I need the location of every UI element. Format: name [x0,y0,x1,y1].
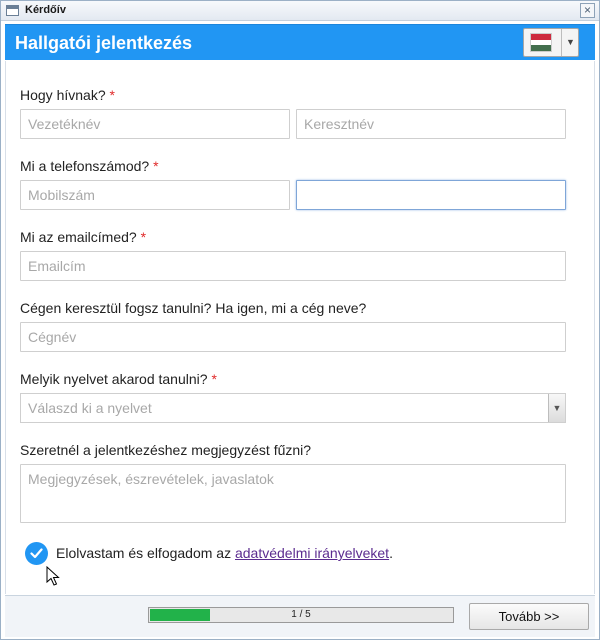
email-input[interactable] [20,251,566,281]
consent-text: Elolvastam és elfogadom az adatvédelmi i… [56,545,393,561]
progress-text: 1 / 5 [291,609,311,620]
name-label: Hogy hívnak? * [20,87,115,103]
language-label: Melyik nyelvet akarod tanulni? * [20,371,217,387]
name-label-text: Hogy hívnak? [20,87,106,103]
close-icon[interactable]: × [580,3,595,18]
consent-text-after: . [389,545,393,561]
phone-number-input[interactable] [296,180,566,210]
required-mark: * [211,371,217,387]
form-footer: 1 / 5 Tovább >> [5,595,595,637]
privacy-policy-link[interactable]: adatvédelmi irányelveket [235,545,389,561]
comment-textarea[interactable] [20,464,566,523]
required-mark: * [109,87,115,103]
consent-text-before: Elolvastam és elfogadom az [56,545,235,561]
chevron-down-icon: ▼ [566,37,575,47]
language-selector[interactable]: ▼ [523,28,579,57]
title-bar: Kérdőív × [1,1,599,21]
window-icon [6,5,19,16]
phone-label: Mi a telefonszámod? * [20,158,159,174]
company-label: Cégen keresztül fogsz tanulni? Ha igen, … [20,300,367,316]
company-input[interactable] [20,322,566,352]
checkmark-icon [30,548,43,559]
page-title: Hallgatói jelentkezés [15,33,193,53]
form-header: Hallgatói jelentkezés ▼ [5,24,595,60]
consent-checkbox[interactable] [25,542,48,565]
next-button[interactable]: Tovább >> [469,603,589,630]
mouse-cursor-icon [46,566,60,586]
language-select-value: Válaszd ki a nyelvet [28,400,152,416]
window-title: Kérdőív [25,4,66,16]
language-select[interactable]: Válaszd ki a nyelvet ▼ [20,393,566,423]
comment-label: Szeretnél a jelentkezéshez megjegyzést f… [20,442,312,458]
phone-label-text: Mi a telefonszámod? [20,158,150,174]
required-mark: * [140,229,147,245]
language-selector-divider [561,29,562,56]
survey-window: Kérdőív × Hallgatói jelentkezés ▼ Hogy h… [0,0,600,640]
required-mark: * [153,158,159,174]
first-name-input[interactable] [296,109,566,139]
email-label: Mi az emailcímed? * [20,229,146,245]
email-label-text: Mi az emailcímed? [20,229,137,245]
chevron-down-icon[interactable]: ▼ [548,394,565,422]
progress-bar: 1 / 5 [148,607,454,623]
language-label-text: Melyik nyelvet akarod tanulni? [20,371,208,387]
hungary-flag-icon [530,33,552,52]
mobile-number-input[interactable] [20,180,290,210]
last-name-input[interactable] [20,109,290,139]
